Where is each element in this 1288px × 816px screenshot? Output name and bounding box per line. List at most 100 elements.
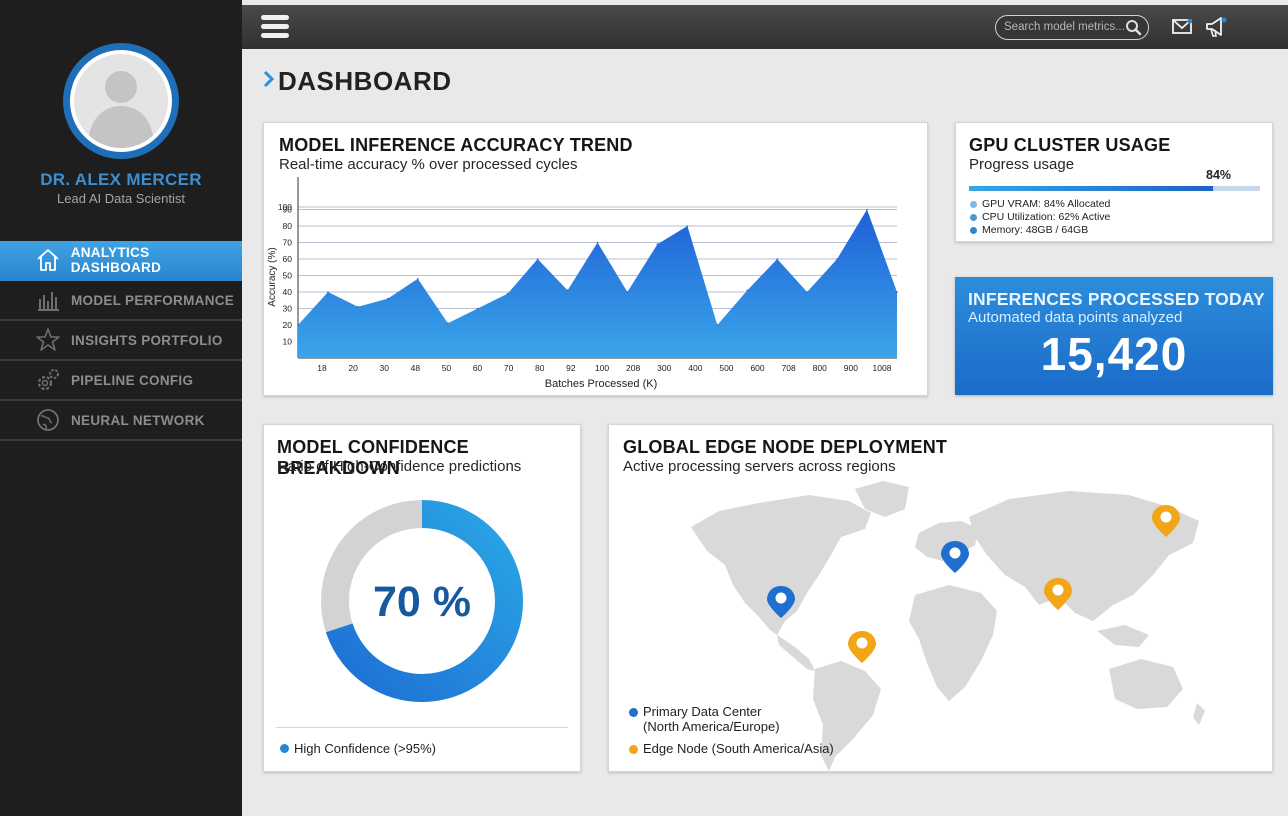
data-point xyxy=(686,225,689,227)
sidebar: DR. ALEX MERCER Lead AI Data Scientist A… xyxy=(0,0,242,816)
data-point xyxy=(446,322,449,325)
gears-icon xyxy=(34,366,62,394)
avatar[interactable] xyxy=(63,43,179,159)
x-tick-label: 70 xyxy=(504,363,514,373)
x-tick-label: 30 xyxy=(379,363,389,373)
page-title: DASHBOARD xyxy=(278,66,452,96)
gpu-progress-bar xyxy=(969,186,1260,191)
status-dot xyxy=(970,201,977,208)
search-input[interactable] xyxy=(1004,19,1124,35)
sidebar-item-label: INSIGHTS PORTFOLIO xyxy=(71,332,223,348)
data-point xyxy=(836,258,838,260)
data-point xyxy=(327,291,329,293)
globe-icon xyxy=(34,406,62,434)
user-silhouette-icon xyxy=(88,71,154,148)
divider xyxy=(276,727,568,728)
stat-label: GPU VRAM: 84% Allocated xyxy=(982,198,1111,210)
y-tick-label: 20 xyxy=(283,320,293,330)
y-tick-label: 40 xyxy=(283,287,293,297)
y-tick-label: 100 xyxy=(278,202,292,212)
breadcrumb: DASHBOARD xyxy=(262,66,452,97)
x-tick-label: 300 xyxy=(657,363,671,373)
megaphone-icon[interactable] xyxy=(1205,16,1229,43)
sidebar-item-label: PIPELINE CONFIG xyxy=(71,372,194,388)
y-tick-label: 10 xyxy=(283,337,293,347)
sidebar-item-pipeline-config[interactable]: PIPELINE CONFIG xyxy=(0,361,242,401)
user-name: DR. ALEX MERCER xyxy=(40,170,202,189)
top-bar xyxy=(242,5,1288,49)
sidebar-item-label: ANALYTICS DASHBOARD xyxy=(70,245,162,275)
x-tick-label: 80 xyxy=(535,363,545,373)
legend-label: Primary Data Center (North America/Europ… xyxy=(643,704,780,734)
confidence-value: 70 % xyxy=(373,578,471,626)
legend-item: High Confidence (>95%) xyxy=(280,741,436,756)
chevron-right-icon xyxy=(262,69,276,94)
user-role: Lead AI Data Scientist xyxy=(57,191,185,206)
sidebar-item-insights-portfolio[interactable]: INSIGHTS PORTFOLIO xyxy=(0,321,242,361)
x-tick-label: 1008 xyxy=(873,363,892,373)
mail-icon[interactable] xyxy=(1172,18,1193,39)
pin-primary-europe[interactable] xyxy=(941,541,969,573)
list-item: Memory: 48GB / 64GB xyxy=(970,224,1110,237)
sidebar-item-label: MODEL PERFORMANCE xyxy=(71,292,235,308)
card-title: GPU CLUSTER USAGE xyxy=(969,135,1171,155)
sidebar-item-neural-network[interactable]: NEURAL NETWORK xyxy=(0,401,242,441)
x-tick-label: 60 xyxy=(473,363,483,373)
legend-dot xyxy=(629,745,638,754)
x-tick-label: 500 xyxy=(719,363,733,373)
x-tick-label: 92 xyxy=(566,363,576,373)
sidebar-item-analytics-dashboard[interactable]: ANALYTICS DASHBOARD xyxy=(0,241,242,281)
inferences-value: 15,420 xyxy=(1040,328,1188,380)
x-tick-label: 18 xyxy=(317,363,327,373)
x-tick-label: 208 xyxy=(626,363,640,373)
accuracy-area-series xyxy=(298,209,897,358)
accuracy-area-chart: 102030405060708090100 18 20 30 48 50 60 70 80 92… xyxy=(267,177,898,390)
data-point xyxy=(866,208,868,211)
search-icon[interactable] xyxy=(1125,19,1142,41)
x-axis-label: Batches Processed (K) xyxy=(545,378,658,390)
card-subtitle: Progress usage xyxy=(969,156,1075,173)
status-dot xyxy=(970,227,977,234)
inferences-card: INFERENCES PROCESSED TODAY Automated dat… xyxy=(955,277,1273,395)
x-tick-label: 900 xyxy=(844,363,858,373)
sidebar-nav: ANALYTICS DASHBOARD MODEL PERFORMANCE IN… xyxy=(0,241,242,441)
y-tick-label: 30 xyxy=(283,304,293,314)
x-tick-label: 100 xyxy=(595,363,609,373)
sidebar-item-label: NEURAL NETWORK xyxy=(71,412,205,428)
sidebar-item-model-performance[interactable]: MODEL PERFORMANCE xyxy=(0,281,242,321)
data-point xyxy=(656,243,659,245)
data-point xyxy=(746,289,749,292)
search-box[interactable] xyxy=(995,15,1149,40)
legend-dot xyxy=(629,708,638,717)
star-icon xyxy=(34,326,62,354)
home-icon xyxy=(34,246,62,274)
card-title: INFERENCES PROCESSED TODAY xyxy=(968,289,1265,309)
stat-label: CPU Utilization: 62% Active xyxy=(982,211,1111,223)
edge-deployment-card: GLOBAL EDGE NODE DEPLOYMENT Active proce… xyxy=(608,424,1273,772)
data-point xyxy=(387,297,389,300)
data-point xyxy=(806,291,808,293)
pin-edge-south-america[interactable] xyxy=(848,631,876,663)
legend-dot xyxy=(280,744,289,753)
y-tick-label: 70 xyxy=(283,238,293,248)
data-point xyxy=(506,292,509,295)
x-tick-label: 50 xyxy=(442,363,452,373)
x-tick-label: 48 xyxy=(411,363,421,373)
x-tick-label: 708 xyxy=(782,363,796,373)
legend-item: Edge Node (South America/Asia) xyxy=(629,741,834,756)
gpu-stats-list: GPU VRAM: 84% Allocated CPU Utilization:… xyxy=(970,198,1110,237)
data-point xyxy=(476,307,479,310)
legend-label: Edge Node (South America/Asia) xyxy=(643,741,834,756)
legend-item: Primary Data Center (North America/Europ… xyxy=(629,704,834,734)
data-point xyxy=(297,324,299,326)
legend-line: (North America/Europe) xyxy=(643,719,780,734)
data-point xyxy=(716,324,719,326)
x-tick-label: 20 xyxy=(348,363,358,373)
y-axis-label: Accuracy (%) xyxy=(267,247,278,306)
stat-label: Memory: 48GB / 64GB xyxy=(982,224,1089,236)
data-point xyxy=(536,258,539,260)
confidence-card: MODEL CONFIDENCE BREAKDOWN Ratio of High… xyxy=(263,424,581,772)
menu-icon[interactable] xyxy=(261,15,289,39)
legend-line: Primary Data Center xyxy=(643,704,762,719)
data-point xyxy=(626,291,629,293)
